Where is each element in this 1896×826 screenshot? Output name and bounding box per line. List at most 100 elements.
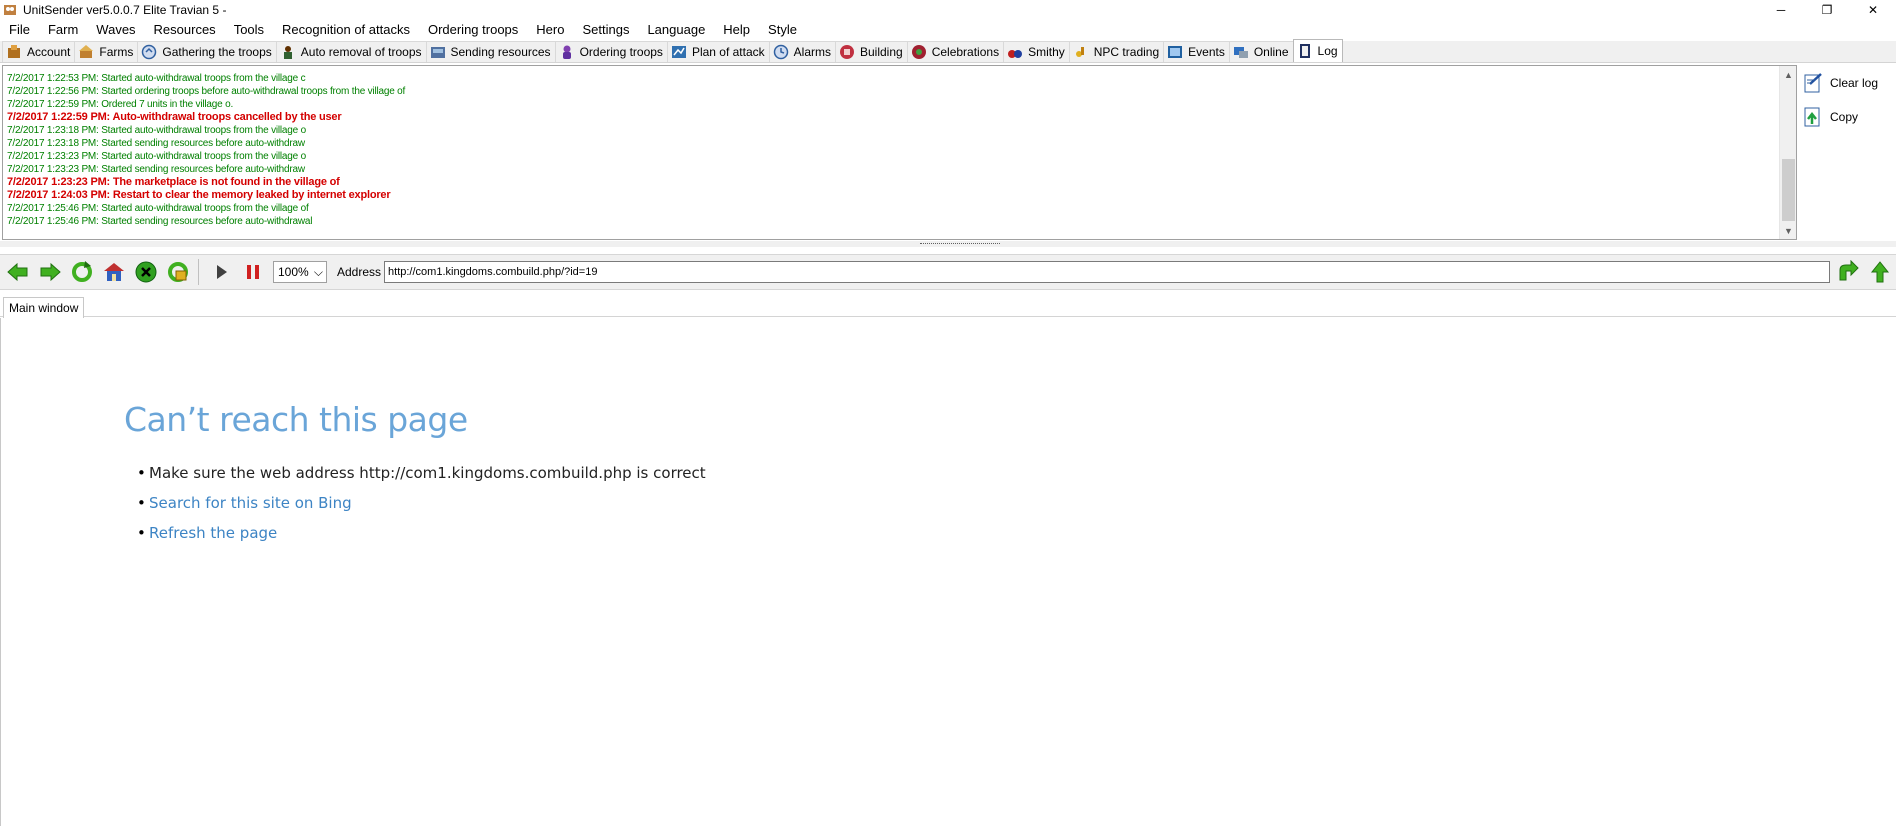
tab-label: Log <box>1317 44 1338 58</box>
log-line: 7/2/2017 1:25:46 PM: Started auto-withdr… <box>7 203 309 214</box>
log-list: 7/2/2017 1:22:53 PM: Started auto-withdr… <box>7 72 1777 228</box>
stop-button[interactable] <box>132 258 160 286</box>
menu-file[interactable]: File <box>0 20 39 40</box>
scroll-up-icon[interactable]: ▲ <box>1780 66 1797 83</box>
tab-sending-resources[interactable]: Sending resources <box>425 41 556 62</box>
address-label: Address <box>337 265 382 279</box>
log-scrollbar[interactable]: ▲ ▼ <box>1779 66 1796 239</box>
pause-button[interactable] <box>239 258 267 286</box>
lock-button[interactable] <box>164 258 192 286</box>
tab-main-window[interactable]: Main window <box>3 297 85 318</box>
restore-button[interactable]: ❐ <box>1804 0 1850 20</box>
tab-label: Events <box>1188 45 1225 59</box>
stop-icon <box>135 261 157 283</box>
log-line: 7/2/2017 1:23:23 PM: Started auto-withdr… <box>7 151 306 162</box>
scroll-down-icon[interactable]: ▼ <box>1780 222 1797 239</box>
search-bing-link[interactable]: Search for this site on Bing <box>137 494 706 524</box>
refresh-page-link[interactable]: Refresh the page <box>137 524 706 554</box>
tab-label: Celebrations <box>931 45 1000 59</box>
browser-toolbar: 100% ⌵ Address <box>0 254 1896 290</box>
menu-recognition-of-attacks[interactable]: Recognition of attacks <box>273 20 419 40</box>
log-line-error: 7/2/2017 1:22:59 PM: Auto-withdrawal tro… <box>7 111 342 123</box>
tab-label: Alarms <box>793 45 831 59</box>
tab-gathering-the-troops[interactable]: Gathering the troops <box>137 41 277 62</box>
document-tab-bar: Main window <box>0 297 1896 318</box>
scroll-thumb[interactable] <box>1782 159 1795 221</box>
menu-ordering-troops[interactable]: Ordering troops <box>419 20 527 40</box>
panel-splitter[interactable] <box>0 241 1896 247</box>
window-controls: ─ ❐ ✕ <box>1758 0 1896 20</box>
chevron-down-icon: ⌵ <box>313 264 323 279</box>
refresh-button[interactable] <box>68 258 96 286</box>
tab-auto-removal-of-troops[interactable]: Auto removal of troops <box>275 41 427 62</box>
check-address-text: Make sure the web address http://com1.ki… <box>137 464 706 494</box>
tab-events[interactable]: Events <box>1163 41 1230 62</box>
log-actions: Clear log Copy <box>1802 70 1896 138</box>
tab-account[interactable]: Account <box>2 41 76 62</box>
menu-waves[interactable]: Waves <box>87 20 144 40</box>
tab-label: Account <box>27 45 71 59</box>
refresh-icon <box>72 261 92 282</box>
back-button[interactable] <box>4 258 32 286</box>
play-button[interactable] <box>207 258 235 286</box>
home-icon <box>104 263 124 281</box>
menu-hero[interactable]: Hero <box>527 20 573 40</box>
log-line-error: 7/2/2017 1:23:23 PM: The marketplace is … <box>7 176 340 188</box>
copy-button[interactable]: Copy <box>1802 104 1896 130</box>
tab-building[interactable]: Building <box>835 41 908 62</box>
menu-language[interactable]: Language <box>638 20 714 40</box>
smithy-icon <box>1007 44 1023 60</box>
clear-log-icon <box>1802 72 1824 94</box>
tab-smithy[interactable]: Smithy <box>1003 41 1070 62</box>
menu-tools[interactable]: Tools <box>225 20 273 40</box>
menu-help[interactable]: Help <box>714 20 759 40</box>
forward-button[interactable] <box>36 258 64 286</box>
log-line: 7/2/2017 1:23:23 PM: Started sending res… <box>7 164 305 175</box>
tab-label: Smithy <box>1028 45 1065 59</box>
tab-celebrations[interactable]: Celebrations <box>906 41 1005 62</box>
close-button[interactable]: ✕ <box>1850 0 1896 20</box>
go-arrow-icon <box>1839 260 1859 281</box>
tab-label: Plan of attack <box>691 45 765 59</box>
app-icon <box>3 3 17 17</box>
zoom-select[interactable]: 100% ⌵ <box>273 261 327 283</box>
tab-label: Sending resources <box>450 45 551 59</box>
tab-label: NPC trading <box>1093 45 1160 59</box>
play-icon <box>217 265 227 279</box>
go-button[interactable] <box>1834 258 1862 286</box>
home-button[interactable] <box>100 258 128 286</box>
toolbar-separator <box>198 259 199 285</box>
ordering-troops-icon <box>559 44 575 60</box>
next-button[interactable] <box>1866 258 1894 286</box>
tab-plan-of-attack[interactable]: Plan of attack <box>666 41 770 62</box>
menu-style[interactable]: Style <box>759 20 806 40</box>
menu-settings[interactable]: Settings <box>573 20 638 40</box>
tab-farms[interactable]: Farms <box>74 41 139 62</box>
tab-label: Ordering troops <box>579 45 663 59</box>
tab-online[interactable]: Online <box>1228 41 1294 62</box>
log-line: 7/2/2017 1:23:18 PM: Started auto-withdr… <box>7 125 306 136</box>
menu-farm[interactable]: Farm <box>39 20 87 40</box>
sending-resources-icon <box>430 44 446 60</box>
splitter-grip[interactable] <box>920 243 1000 245</box>
browser-viewport: Can’t reach this page Make sure the web … <box>0 318 1896 826</box>
feature-tab-bar: Account Farms Gathering the troops Auto … <box>0 39 1896 63</box>
events-icon <box>1167 44 1183 60</box>
log-icon <box>1297 43 1313 59</box>
menu-resources[interactable]: Resources <box>145 20 225 40</box>
tab-alarms[interactable]: Alarms <box>768 41 836 62</box>
tab-ordering-troops[interactable]: Ordering troops <box>554 41 668 62</box>
building-icon <box>839 44 855 60</box>
tab-npc-trading[interactable]: NPC trading <box>1068 41 1165 62</box>
minimize-button[interactable]: ─ <box>1758 0 1804 20</box>
clear-log-button[interactable]: Clear log <box>1802 70 1896 96</box>
clear-log-label: Clear log <box>1830 76 1879 90</box>
log-panel[interactable]: 7/2/2017 1:22:53 PM: Started auto-withdr… <box>2 65 1797 240</box>
address-input[interactable] <box>384 261 1831 283</box>
title-bar: UnitSender ver5.0.0.7 Elite Travian 5 - … <box>0 0 1896 20</box>
log-line-error: 7/2/2017 1:24:03 PM: Restart to clear th… <box>7 189 391 201</box>
npc-trading-icon <box>1073 44 1089 60</box>
celebrations-icon <box>911 44 927 60</box>
tab-log[interactable]: Log <box>1292 39 1343 62</box>
tab-label: Gathering the troops <box>162 45 272 59</box>
